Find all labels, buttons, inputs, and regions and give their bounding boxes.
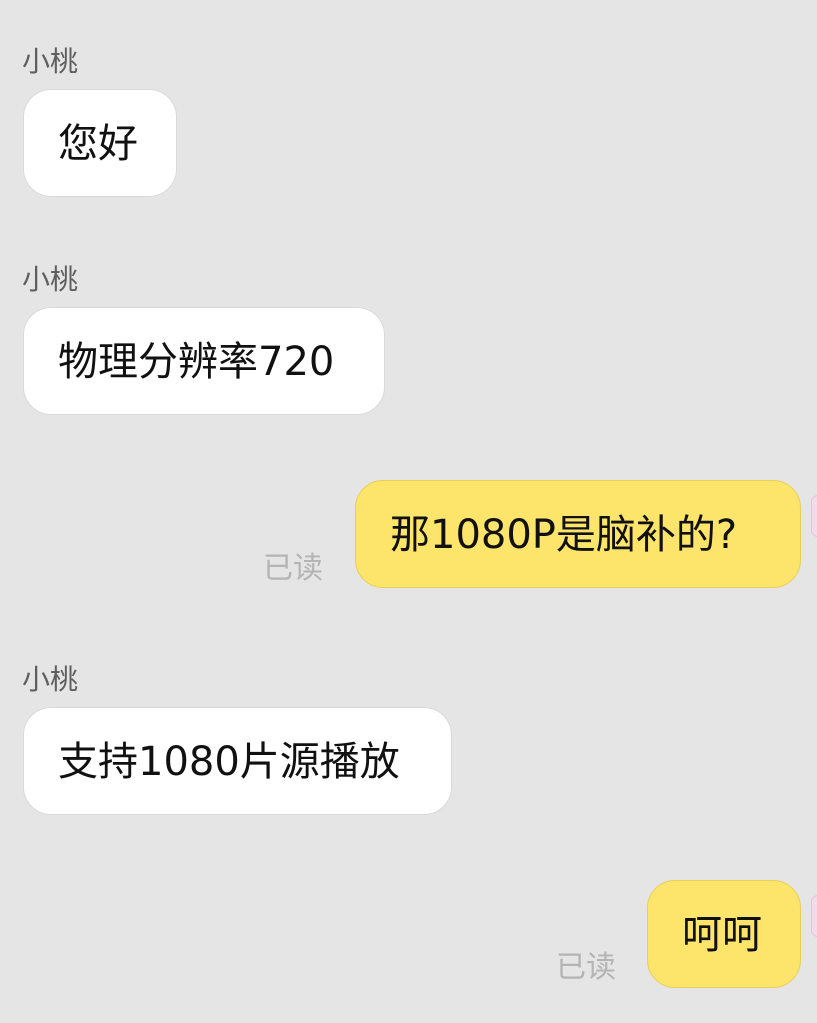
sender-name: 小桃 (22, 45, 79, 78)
incoming-message-bubble[interactable]: 支持1080片源播放 (23, 707, 452, 815)
avatar[interactable] (811, 495, 817, 537)
incoming-message-bubble[interactable]: 您好 (23, 89, 177, 197)
incoming-message-bubble[interactable]: 物理分辨率720 (23, 307, 385, 415)
outgoing-message-bubble[interactable]: 呵呵 (647, 880, 801, 988)
avatar[interactable] (811, 895, 817, 937)
outgoing-message-bubble[interactable]: 那1080P是脑补的? (355, 480, 801, 588)
read-status: 已读 (263, 551, 323, 586)
sender-name: 小桃 (22, 263, 79, 296)
read-status: 已读 (556, 950, 616, 985)
sender-name: 小桃 (22, 663, 79, 696)
